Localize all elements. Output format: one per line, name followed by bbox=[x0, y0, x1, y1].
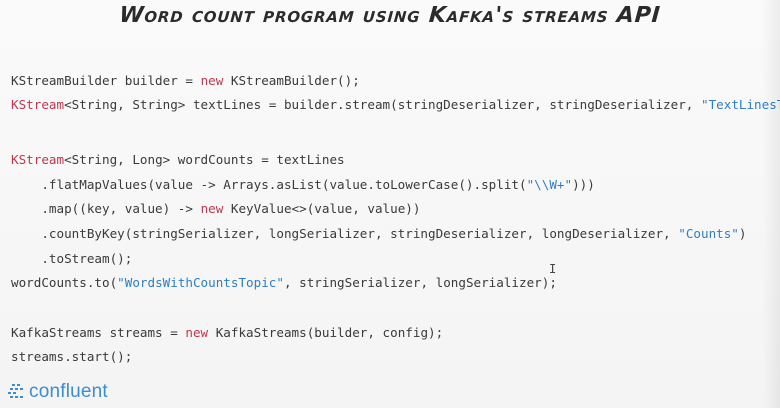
code-block: KStreamBuilder builder = new KStreamBuil… bbox=[11, 73, 780, 388]
code-line-1: KStreamBuilder builder = new KStreamBuil… bbox=[11, 73, 360, 89]
code-line-2: KStream<String, String> textLines = buil… bbox=[11, 97, 780, 113]
code-text: ))) bbox=[572, 177, 595, 192]
code-text: .map((key, value) -> bbox=[11, 201, 201, 216]
code-text: .toStream(); bbox=[11, 251, 133, 266]
code-text: , stringSerializer, longSerializer); bbox=[283, 275, 557, 290]
confluent-logo: confluent bbox=[8, 381, 108, 403]
code-type: KStream bbox=[11, 152, 65, 167]
code-text: KeyValue<>(value, value)) bbox=[223, 201, 421, 216]
code-string: "\\W+" bbox=[526, 177, 573, 192]
code-keyword: new bbox=[200, 73, 224, 88]
code-text: KafkaStreams streams = bbox=[11, 325, 186, 340]
code-type: KStream bbox=[11, 97, 65, 112]
code-line-4: .flatMapValues(value -> Arrays.asList(va… bbox=[11, 177, 595, 193]
code-line-9: KafkaStreams streams = new KafkaStreams(… bbox=[11, 325, 443, 341]
code-text: .flatMapValues(value -> Arrays.asList(va… bbox=[11, 177, 527, 192]
code-text: streams.start(); bbox=[11, 349, 133, 364]
code-text: KafkaStreams(builder, config); bbox=[208, 325, 444, 340]
code-text: .countByKey(stringSerializer, longSerial… bbox=[11, 226, 679, 241]
code-text: KStreamBuilder(); bbox=[223, 73, 360, 88]
confluent-logo-text: confluent bbox=[29, 381, 108, 402]
code-line-10: streams.start(); bbox=[11, 349, 132, 365]
slide-title: Word count program using Kafka's streams… bbox=[118, 3, 662, 28]
slide: Word count program using Kafka's streams… bbox=[0, 0, 780, 408]
code-text: wordCounts.to( bbox=[11, 275, 118, 290]
code-text: <String, String> textLines = builder.str… bbox=[64, 97, 701, 112]
text-cursor-icon: I bbox=[549, 262, 557, 276]
code-string: "TextLinesTopic" bbox=[700, 97, 780, 112]
code-line-7: .toStream(); bbox=[11, 251, 132, 267]
code-line-8: wordCounts.to("WordsWithCountsTopic", st… bbox=[11, 275, 557, 291]
code-keyword: new bbox=[200, 201, 224, 216]
code-text: ) bbox=[738, 226, 747, 241]
code-line-5: .map((key, value) -> new KeyValue<>(valu… bbox=[11, 201, 420, 217]
code-text: <String, Long> wordCounts = textLines bbox=[64, 152, 345, 167]
code-line-6: .countByKey(stringSerializer, longSerial… bbox=[11, 226, 747, 242]
confluent-logo-icon bbox=[8, 384, 23, 398]
code-string: "Counts" bbox=[678, 226, 739, 241]
code-keyword: new bbox=[185, 325, 209, 340]
code-line-3: KStream<String, Long> wordCounts = textL… bbox=[11, 152, 345, 168]
code-string: "WordsWithCountsTopic" bbox=[117, 275, 284, 290]
code-text: KStreamBuilder builder = bbox=[11, 73, 201, 88]
